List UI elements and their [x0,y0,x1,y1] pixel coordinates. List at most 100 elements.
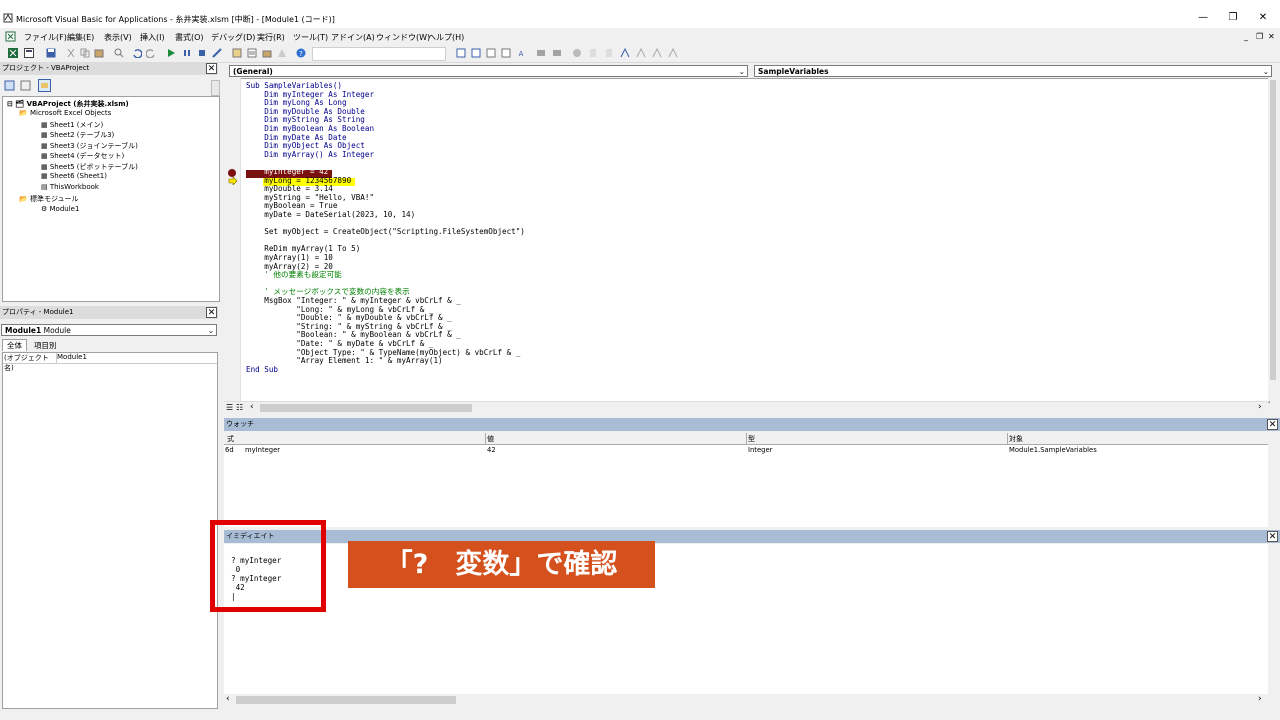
menu-debug[interactable]: デバッグ(D) [211,32,255,43]
maximize-button[interactable]: ❐ [1226,12,1240,23]
watch-value[interactable]: 42 [487,446,496,454]
save-icon[interactable] [46,48,56,58]
properties-object-select[interactable]: Module1 Module ⌄ [1,324,217,336]
tree-item-thisworkbook[interactable]: ▤ ThisWorkbook [41,183,99,191]
watch-col-expression[interactable]: 式 [227,434,234,444]
comment-block-icon[interactable] [536,48,546,58]
excel-view-icon[interactable] [5,31,16,42]
immediate-horizontal-scrollbar[interactable]: ‹ › [224,694,1268,706]
watch-col-value[interactable]: 値 [487,434,494,444]
edit-toolbar-icon-a[interactable] [652,48,662,58]
code-margin-indicator-bar[interactable] [224,78,241,401]
list-props-icon[interactable] [486,48,496,58]
breakpoint-icon[interactable] [228,169,236,177]
tree-item-excel-objects[interactable]: 📂 Microsoft Excel Objects [19,109,111,117]
reset-icon[interactable] [197,48,207,58]
quick-info-icon[interactable]: A [516,48,526,58]
tree-item-sheet5[interactable]: ▦ Sheet5 (ピボットテーブル) [41,162,138,172]
watch-col-context[interactable]: 対象 [1009,434,1023,444]
immediate-vertical-scrollbar[interactable] [1268,544,1278,694]
procedure-view-icon[interactable]: ☰ [226,403,233,412]
design-mode-icon[interactable] [212,48,222,58]
minimize-button[interactable]: — [1196,12,1210,23]
edit-toolbar-icon-b[interactable] [668,48,678,58]
code-line[interactable]: Set myObject = CreateObject("Scripting.F… [246,228,525,237]
watch-col-type[interactable]: 型 [748,434,755,444]
clear-bookmarks-icon[interactable] [636,48,646,58]
tab-categorized[interactable]: 項目別 [32,340,59,351]
tree-item-sheet2[interactable]: ▦ Sheet2 (テーブル3) [41,130,114,140]
code-comment[interactable]: ' 他の要素も設定可能 [246,271,342,280]
run-icon[interactable] [166,48,176,58]
property-value[interactable]: Module1 [56,353,217,364]
view-code-icon[interactable] [4,80,15,91]
tree-item-module1[interactable]: ⚙ Module1 [41,205,79,213]
list-constants-icon[interactable] [501,48,511,58]
cut-icon[interactable] [66,48,76,58]
pause-icon[interactable] [182,48,192,58]
tree-item-vbaproject[interactable]: ⊟ 🗂 VBAProject (糸井実装.xlsm) [7,99,129,109]
code-line[interactable]: Dim myArray() As Integer [246,150,374,160]
excel-icon[interactable] [8,48,18,58]
column-divider[interactable] [485,433,486,444]
menu-run[interactable]: 実行(R) [257,32,285,43]
menu-insert[interactable]: 挿入(I) [140,32,165,43]
bookmark-icon[interactable] [588,48,598,58]
watch-expression[interactable]: myInteger [245,446,280,454]
mdi-close-button[interactable]: ✕ [1268,32,1275,41]
tree-item-sheet4[interactable]: ▦ Sheet4 (データセット) [41,151,124,161]
menu-addins[interactable]: アドイン(A) [331,32,375,43]
tree-item-sheet3[interactable]: ▦ Sheet3 (ジョインテーブル) [41,141,138,151]
properties-icon[interactable] [247,48,257,58]
scroll-left-icon[interactable]: ‹ [250,402,254,412]
menu-window[interactable]: ウィンドウ(W) [376,32,430,43]
code-vertical-scrollbar[interactable] [1268,78,1278,401]
redo-icon[interactable] [146,48,156,58]
mdi-minimize-button[interactable]: _ [1244,32,1248,41]
tree-item-standard-modules[interactable]: 📂 標準モジュール [19,194,78,204]
find-icon[interactable] [114,48,124,58]
object-combo[interactable]: (General) ⌄ [229,65,748,77]
code-line[interactable]: myDate = DateSerial(2023, 10, 14) [246,210,415,220]
scroll-thumb[interactable] [1270,80,1276,380]
menu-help[interactable]: ヘルプ(H) [428,32,464,43]
uncomment-block-icon[interactable] [552,48,562,58]
properties-close-button[interactable]: ✕ [206,307,217,318]
toolbox-icon[interactable] [277,48,287,58]
menu-file[interactable]: ファイル(F) [24,32,67,43]
copy-icon[interactable] [80,48,90,58]
help-icon[interactable]: ? [296,48,306,58]
project-close-button[interactable]: ✕ [206,63,217,74]
watch-vertical-scrollbar[interactable] [1268,433,1278,527]
project-scroll-handle[interactable] [211,80,220,96]
paste-icon[interactable] [94,48,104,58]
column-divider[interactable] [746,433,747,444]
menu-tools[interactable]: ツール(T) [293,32,328,43]
menu-edit[interactable]: 編集(E) [67,32,94,43]
scroll-right-icon[interactable]: › [1258,694,1262,704]
insert-module-icon[interactable] [24,48,34,58]
toggle-breakpoint-icon[interactable] [572,48,582,58]
mdi-restore-button[interactable]: ❐ [1256,32,1263,41]
outdent-icon[interactable] [471,48,481,58]
object-browser-icon[interactable] [262,48,272,58]
menu-view[interactable]: 表示(V) [104,32,132,43]
scroll-left-icon[interactable]: ‹ [226,694,230,704]
prev-bookmark-icon[interactable] [620,48,630,58]
tree-item-sheet6[interactable]: ▦ Sheet6 (Sheet1) [41,172,107,180]
scroll-thumb[interactable] [236,696,456,704]
scroll-thumb[interactable] [260,404,472,412]
view-object-icon[interactable] [20,80,31,91]
menu-format[interactable]: 書式(O) [175,32,204,43]
full-module-view-icon[interactable]: ☷ [236,403,243,412]
immediate-close-button[interactable]: ✕ [1267,531,1278,542]
project-explorer-icon[interactable] [232,48,242,58]
indent-icon[interactable] [456,48,466,58]
code-line[interactable]: End Sub [246,365,278,375]
next-bookmark-icon[interactable] [604,48,614,58]
watch-close-button[interactable]: ✕ [1267,419,1278,430]
close-button[interactable]: ✕ [1256,12,1270,23]
code-horizontal-scrollbar[interactable]: ☰ ☷ ‹ › [224,401,1268,414]
undo-icon[interactable] [132,48,142,58]
scroll-right-icon[interactable]: › [1258,402,1262,412]
